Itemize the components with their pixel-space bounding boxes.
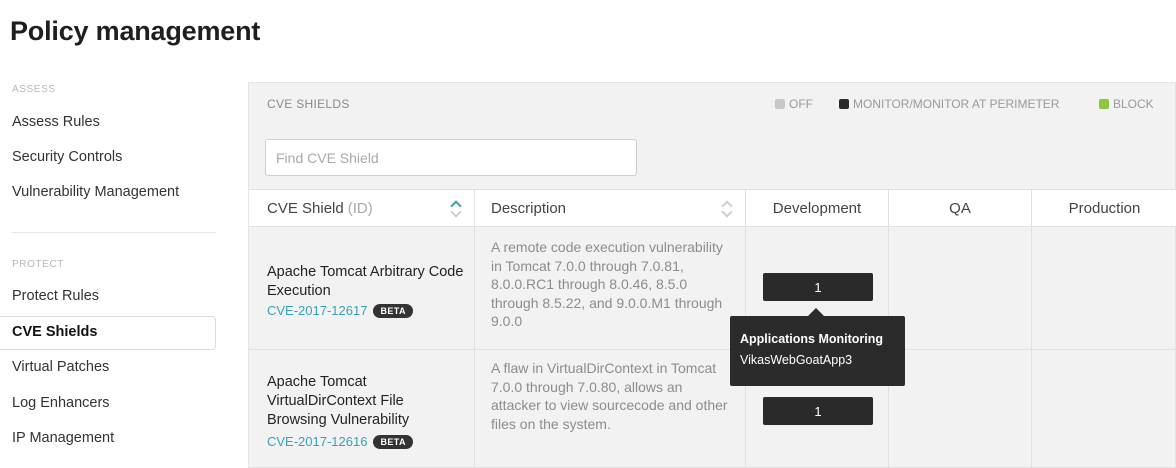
page-title: Policy management bbox=[10, 16, 261, 46]
sidebar-divider bbox=[12, 232, 216, 233]
legend-swatch-off bbox=[775, 99, 785, 109]
cve-shields-panel: CVE SHIELDS OFF MONITOR/MONITOR AT PERIM… bbox=[248, 82, 1176, 468]
shield-id-link[interactable]: CVE-2017-12616 bbox=[267, 434, 367, 449]
column-header-production: Production bbox=[1032, 189, 1176, 227]
legend-label-block: BLOCK bbox=[1113, 97, 1154, 111]
sidebar-item-security-controls[interactable]: Security Controls bbox=[12, 149, 122, 165]
row-divider bbox=[249, 349, 1176, 350]
sort-ascending-icon[interactable] bbox=[450, 197, 464, 221]
column-header-cve-shield-label: CVE Shield bbox=[267, 199, 344, 217]
legend-monitor: MONITOR/MONITOR AT PERIMETER bbox=[839, 97, 1059, 111]
sort-icon[interactable] bbox=[721, 197, 735, 221]
legend-off: OFF bbox=[775, 97, 813, 111]
legend-block: BLOCK bbox=[1099, 97, 1154, 111]
legend-label-monitor: MONITOR/MONITOR AT PERIMETER bbox=[853, 97, 1060, 111]
column-header-description[interactable]: Description bbox=[475, 189, 746, 227]
legend-swatch-block bbox=[1099, 99, 1109, 109]
column-header-development: Development bbox=[746, 189, 889, 227]
shield-description: A flaw in VirtualDirContext in Tomcat 7.… bbox=[491, 360, 728, 432]
shield-id[interactable]: CVE-2017-12616 BETA bbox=[267, 434, 413, 449]
panel-title: CVE SHIELDS bbox=[267, 97, 350, 111]
sidebar-item-vulnerability-management[interactable]: Vulnerability Management bbox=[12, 184, 179, 200]
applications-monitoring-tooltip: Applications Monitoring VikasWebGoatApp3 bbox=[730, 308, 905, 386]
shield-id-link[interactable]: CVE-2017-12617 bbox=[267, 303, 367, 318]
sidebar-item-virtual-patches[interactable]: Virtual Patches bbox=[12, 359, 109, 375]
sidebar-item-cve-shields[interactable]: CVE Shields bbox=[0, 316, 216, 350]
sidebar-item-protect-rules[interactable]: Protect Rules bbox=[12, 288, 99, 304]
development-monitor-count[interactable]: 1 bbox=[763, 273, 873, 301]
sidebar-item-ip-management[interactable]: IP Management bbox=[12, 430, 114, 446]
column-divider bbox=[889, 227, 1032, 468]
section-label-protect: PROTECT bbox=[12, 259, 64, 270]
beta-badge: BETA bbox=[373, 303, 413, 318]
tooltip-title: Applications Monitoring bbox=[740, 332, 884, 346]
sidebar-item-log-enhancers[interactable]: Log Enhancers bbox=[12, 395, 110, 411]
shield-id[interactable]: CVE-2017-12617 BETA bbox=[267, 303, 413, 318]
column-header-qa: QA bbox=[889, 189, 1032, 227]
column-header-cve-shield-suffix: (ID) bbox=[347, 199, 373, 217]
tooltip-app-name: VikasWebGoatApp3 bbox=[740, 353, 853, 367]
search-input[interactable] bbox=[265, 139, 637, 176]
beta-badge: BETA bbox=[373, 434, 413, 449]
legend-label-off: OFF bbox=[789, 97, 813, 111]
column-header-description-label: Description bbox=[491, 199, 567, 217]
development-monitor-count[interactable]: 1 bbox=[763, 397, 873, 425]
sidebar-item-assess-rules[interactable]: Assess Rules bbox=[12, 114, 100, 130]
column-header-cve-shield[interactable]: CVE Shield (ID) bbox=[249, 189, 475, 227]
shield-description: A remote code execution vulnerability in… bbox=[491, 239, 723, 330]
section-label-assess: ASSESS bbox=[12, 84, 56, 95]
legend-swatch-monitor bbox=[839, 99, 849, 109]
shield-name: Apache Tomcat VirtualDirContext File Bro… bbox=[267, 374, 410, 428]
shield-name: Apache Tomcat Arbitrary Code Execution bbox=[267, 264, 464, 299]
